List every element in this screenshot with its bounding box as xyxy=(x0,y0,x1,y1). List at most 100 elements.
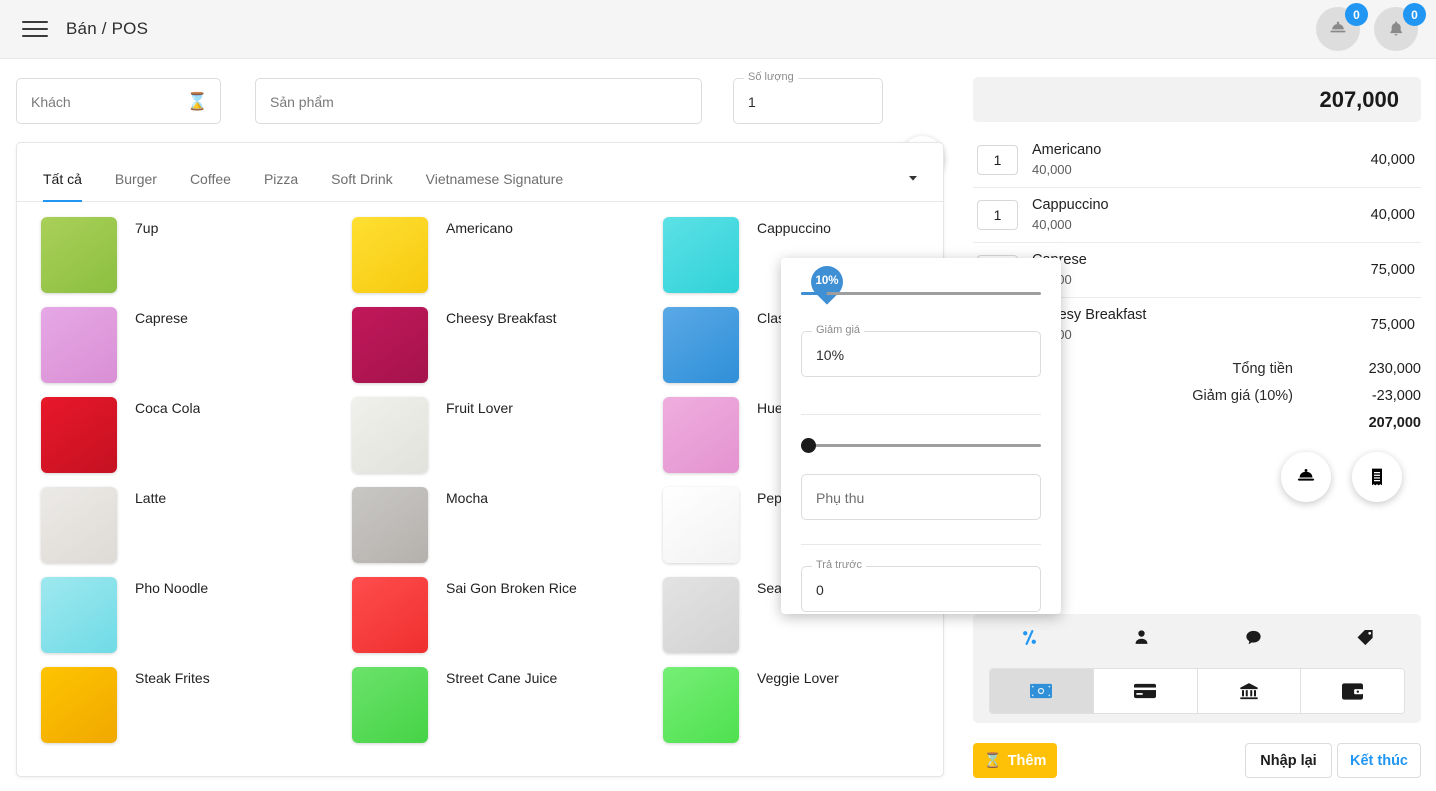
payment-method-wallet[interactable] xyxy=(1301,669,1404,713)
note-option[interactable] xyxy=(1197,614,1309,660)
category-tabs: Tất cả Burger Coffee Pizza Soft Drink Vietnam… xyxy=(17,156,943,202)
tab-pizza[interactable]: Pizza xyxy=(264,156,298,202)
quantity-field[interactable]: Số lượng 1 xyxy=(733,71,883,124)
service-bell-fab[interactable] xyxy=(1281,452,1331,502)
floating-actions xyxy=(1281,452,1402,502)
product-search-field[interactable]: Sản phẩm xyxy=(255,78,702,124)
wallet-icon xyxy=(1342,682,1364,700)
prepaid-field[interactable]: Trả trước 0 xyxy=(801,559,1041,612)
tag-icon xyxy=(1357,629,1373,645)
service-bell-button[interactable]: 0 xyxy=(1316,3,1368,51)
discount-slider-track[interactable] xyxy=(801,292,1041,295)
product-item[interactable]: Street Cane Juice xyxy=(338,664,649,754)
product-item[interactable]: Pho Noodle xyxy=(27,574,338,664)
tab-soft-drink[interactable]: Soft Drink xyxy=(331,156,392,202)
tab-burger[interactable]: Burger xyxy=(115,156,157,202)
product-item[interactable]: Veggie Lover xyxy=(649,664,943,754)
total-value: -23,000 xyxy=(1371,387,1421,404)
notification-button[interactable]: 0 xyxy=(1374,3,1426,51)
discount-slider[interactable]: 10% xyxy=(801,258,1041,305)
order-item-row[interactable]: 1 Cappuccino 40,000 40,000 xyxy=(973,188,1421,243)
product-name: Steak Frites xyxy=(135,670,210,686)
tab-vietnamese-signature[interactable]: Vietnamese Signature xyxy=(426,156,564,202)
payment-panel xyxy=(973,614,1421,723)
product-thumbnail xyxy=(41,397,117,473)
product-thumbnail xyxy=(41,307,117,383)
hamburger-menu-icon[interactable] xyxy=(22,16,48,42)
product-item[interactable]: Fruit Lover xyxy=(338,394,649,484)
discount-option[interactable] xyxy=(973,614,1085,660)
product-search-placeholder: Sản phẩm xyxy=(270,94,334,110)
product-thumbnail xyxy=(41,577,117,653)
add-order-button[interactable]: ⌛ Thêm xyxy=(973,743,1057,778)
product-thumbnail xyxy=(41,667,117,743)
payment-method-cash[interactable] xyxy=(990,669,1094,713)
product-item[interactable]: Mocha xyxy=(338,484,649,574)
percent-icon xyxy=(1022,629,1036,645)
order-item-unit-price: 40,000 xyxy=(1032,217,1072,232)
order-item-row[interactable]: 1 Americano 40,000 40,000 xyxy=(973,133,1421,188)
product-thumbnail xyxy=(352,487,428,563)
product-thumbnail xyxy=(352,217,428,293)
order-item-qty[interactable]: 1 xyxy=(977,145,1018,175)
product-item[interactable]: 7up xyxy=(27,214,338,304)
chat-bubble-icon xyxy=(1245,630,1261,644)
product-thumbnail xyxy=(663,307,739,383)
order-total-amount: 207,000 xyxy=(1319,86,1399,112)
tab-coffee[interactable]: Coffee xyxy=(190,156,231,202)
product-name: Caprese xyxy=(135,310,188,326)
product-name: Cappuccino xyxy=(757,220,831,236)
total-value: 230,000 xyxy=(1368,360,1421,377)
product-item[interactable]: Caprese xyxy=(27,304,338,394)
discount-field[interactable]: Giảm giá 10% xyxy=(801,324,1041,377)
payment-method-card[interactable] xyxy=(1093,669,1198,713)
product-name: Fruit Lover xyxy=(446,400,513,416)
surcharge-slider-knob[interactable] xyxy=(801,438,816,453)
product-item[interactable]: Steak Frites xyxy=(27,664,338,754)
payment-option-icons xyxy=(973,614,1421,660)
tab-tất-cả[interactable]: Tất cả xyxy=(43,156,82,202)
receipt-fab[interactable] xyxy=(1352,452,1402,502)
order-item-info: Cheesy Breakfast 75,000 xyxy=(1032,306,1371,344)
surcharge-slider-track[interactable] xyxy=(801,444,1041,447)
order-item-amount: 75,000 xyxy=(1370,262,1415,278)
product-name: Cheesy Breakfast xyxy=(446,310,557,326)
chevron-down-icon[interactable] xyxy=(905,170,923,188)
customer-placeholder: Khách xyxy=(31,94,71,110)
product-item[interactable]: Americano xyxy=(338,214,649,304)
product-thumbnail xyxy=(663,397,739,473)
reset-button[interactable]: Nhập lại xyxy=(1245,743,1332,778)
payment-method-bank[interactable] xyxy=(1197,669,1302,713)
receipt-icon xyxy=(1372,468,1382,486)
product-thumbnail xyxy=(663,487,739,563)
app-bar-actions: 0 0 xyxy=(1316,3,1426,51)
product-item[interactable]: Latte xyxy=(27,484,338,574)
finish-button[interactable]: Kết thúc xyxy=(1337,743,1421,778)
product-name: Street Cane Juice xyxy=(446,670,558,686)
payment-methods xyxy=(989,668,1405,714)
product-thumbnail xyxy=(663,217,739,293)
hourglass-icon: ⌛ xyxy=(983,753,1002,769)
order-item-qty[interactable]: 1 xyxy=(977,200,1018,230)
hourglass-icon[interactable]: ⌛ xyxy=(187,92,208,112)
surcharge-field[interactable]: Phụ thu xyxy=(801,474,1041,520)
product-item[interactable]: Coca Cola xyxy=(27,394,338,484)
order-total-header: 207,000 xyxy=(973,77,1421,122)
product-name: Latte xyxy=(135,490,167,506)
order-item-amount: 40,000 xyxy=(1370,207,1415,223)
product-thumbnail xyxy=(663,577,739,653)
promotion-option[interactable] xyxy=(1309,614,1421,660)
prepaid-value: 0 xyxy=(816,582,824,598)
discount-slider-pin[interactable]: 10% xyxy=(804,259,851,305)
customer-field[interactable]: Khách ⌛ xyxy=(16,78,221,124)
product-item[interactable]: Sai Gon Broken Rice xyxy=(338,574,649,664)
order-item-name: Cheesy Breakfast xyxy=(1032,307,1147,323)
customer-option[interactable] xyxy=(1085,614,1197,660)
page-title: Bán / POS xyxy=(66,19,149,38)
surcharge-slider[interactable] xyxy=(801,431,1041,459)
product-item[interactable]: Cheesy Breakfast xyxy=(338,304,649,394)
service-bell-icon xyxy=(1330,21,1346,33)
order-item-name: Cappuccino xyxy=(1032,197,1109,213)
order-item-info: Americano 40,000 xyxy=(1032,141,1371,179)
order-item-unit-price: 75,000 xyxy=(1032,325,1371,344)
